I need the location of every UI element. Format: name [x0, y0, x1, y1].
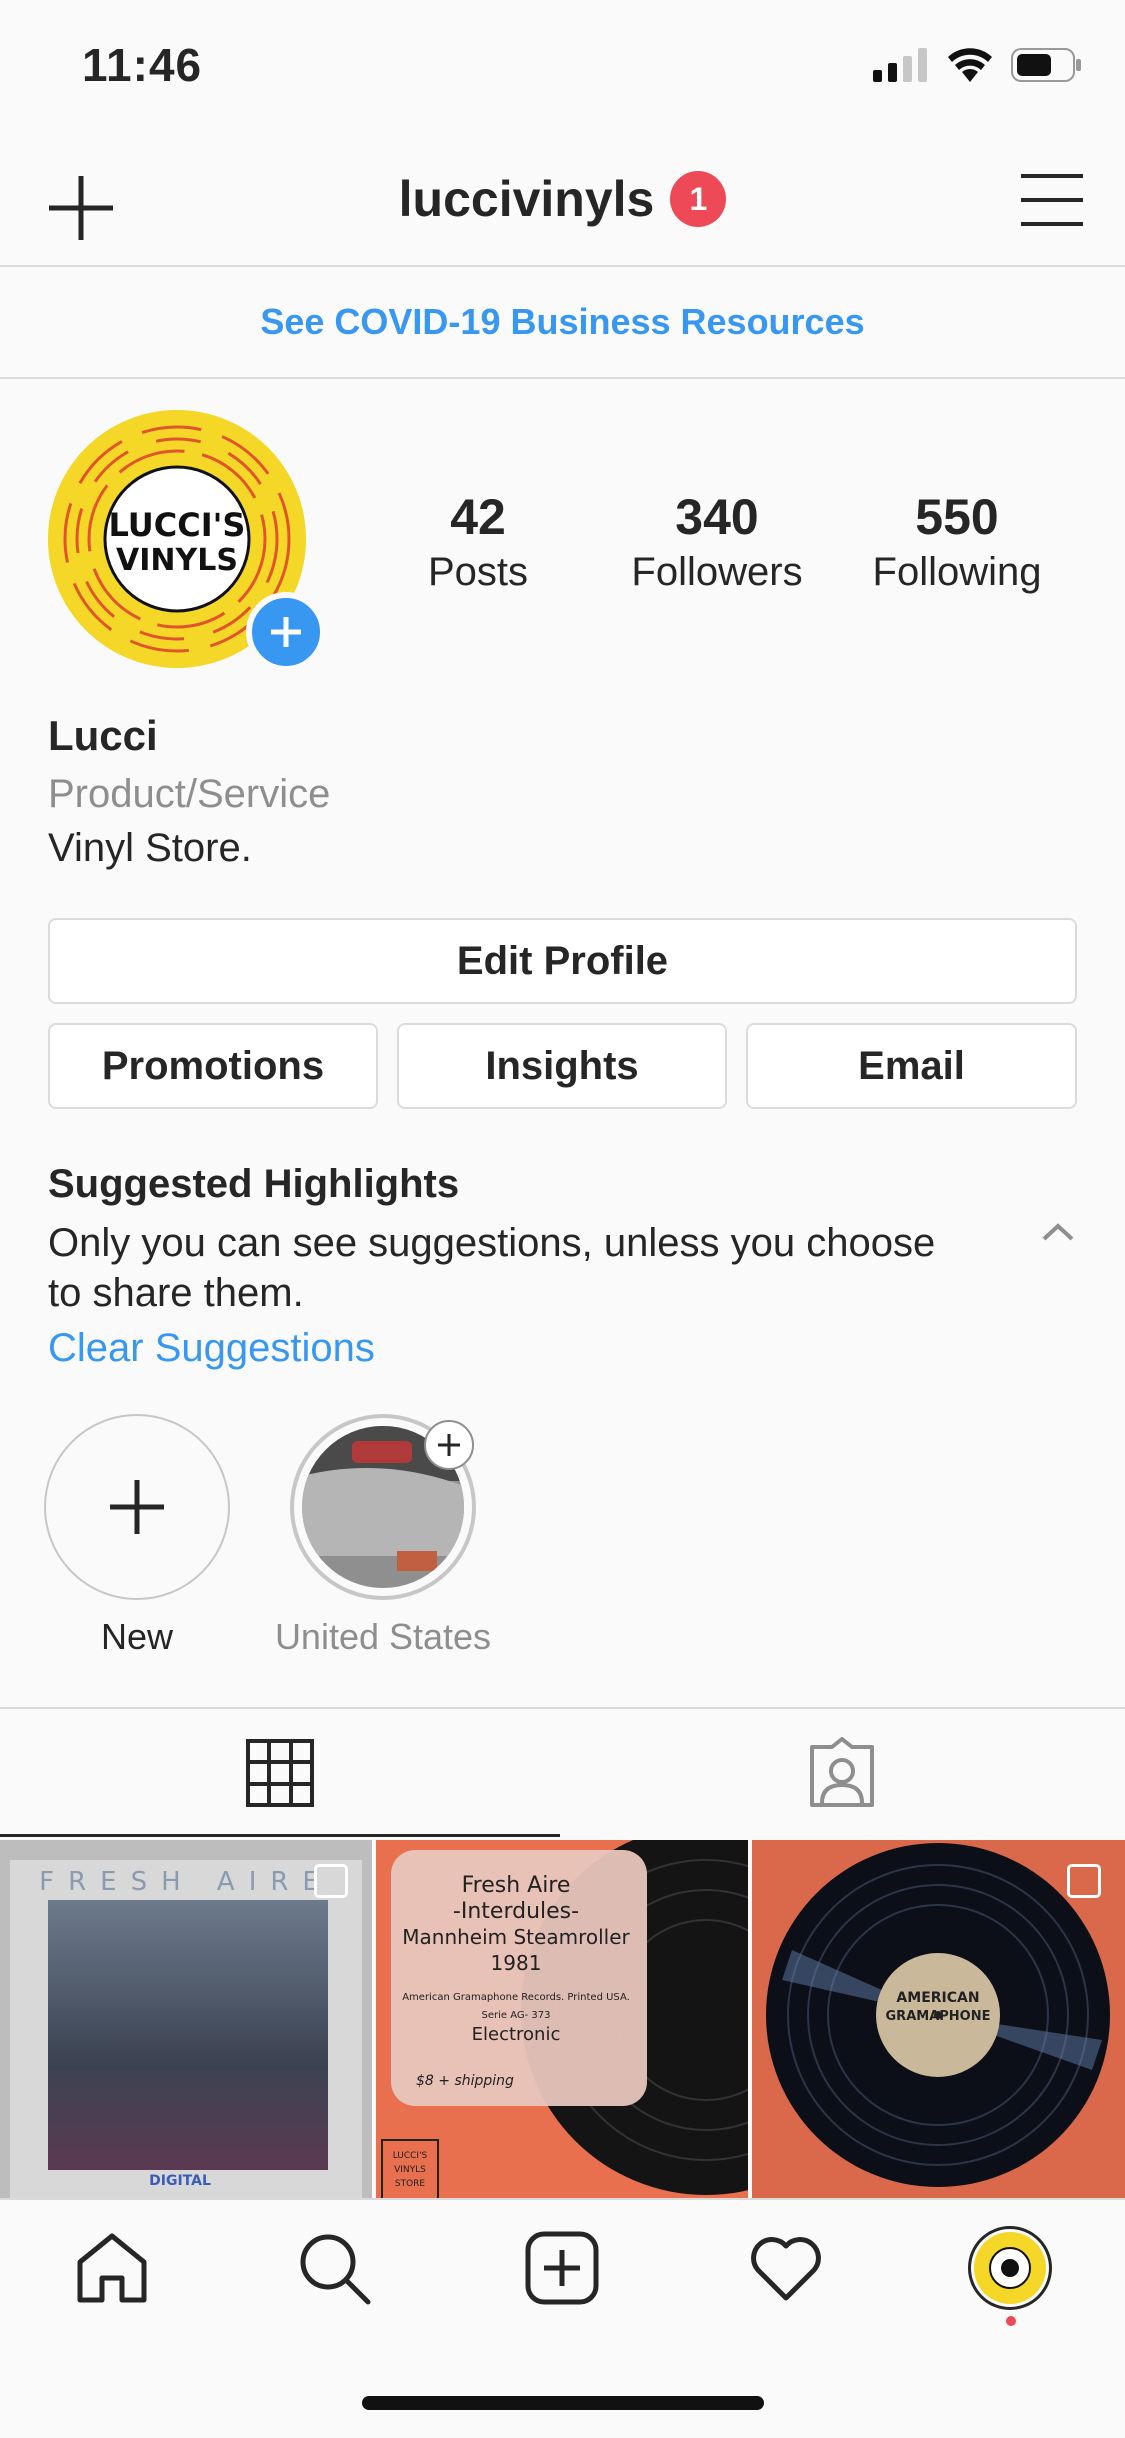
- promotions-button[interactable]: Promotions: [48, 1023, 378, 1109]
- grid-view-icon[interactable]: [246, 1739, 314, 1807]
- notification-dot: [1006, 2316, 1016, 2326]
- home-icon[interactable]: [74, 2230, 150, 2306]
- cellular-signal-icon: [873, 48, 927, 82]
- plus-icon: [271, 617, 301, 647]
- covid-resources-link[interactable]: See COVID-19 Business Resources: [0, 267, 1125, 379]
- suggested-highlights-description: Only you can see suggestions, unless you…: [48, 1221, 936, 1315]
- edit-profile-button[interactable]: Edit Profile: [48, 918, 1077, 1004]
- posts-label: Posts: [427, 550, 529, 594]
- home-indicator[interactable]: [362, 2396, 764, 2410]
- email-button[interactable]: Email: [746, 1023, 1077, 1109]
- tagged-photos-icon[interactable]: [806, 1737, 878, 1809]
- clear-suggestions-link[interactable]: Clear Suggestions: [48, 1326, 375, 1371]
- suggested-highlights-title: Suggested Highlights: [48, 1162, 460, 1206]
- plus-icon: [110, 1480, 164, 1534]
- following-stat[interactable]: 550 Following: [852, 488, 1062, 595]
- posts-stat[interactable]: 42 Posts: [408, 488, 548, 595]
- plus-icon: [438, 1434, 460, 1456]
- store-line-3: STORE: [395, 2179, 426, 2189]
- post-image-record-listing: Fresh Aire -Interdules- Mannheim Steamro…: [376, 1840, 748, 2200]
- new-highlight-button[interactable]: [44, 1414, 230, 1600]
- profile-tabs: [0, 1707, 1125, 1839]
- wifi-icon: [948, 48, 992, 82]
- followers-label: Followers: [631, 550, 803, 594]
- new-highlight-label: New: [100, 1616, 174, 1657]
- listing-line-5: American Gramaphone Records. Printed USA…: [402, 1992, 630, 2003]
- post-tile-2[interactable]: Fresh Aire -Interdules- Mannheim Steamro…: [376, 1840, 748, 2200]
- create-post-icon[interactable]: [524, 2230, 600, 2306]
- add-story-button[interactable]: [246, 592, 326, 672]
- followers-stat[interactable]: 340 Followers: [612, 488, 822, 595]
- top-nav: luccivinyls 1: [0, 140, 1125, 267]
- post-tile-1[interactable]: FRESH AIRE DIGITAL: [0, 1840, 372, 2200]
- status-time: 11:46: [82, 39, 203, 91]
- add-to-highlight-button[interactable]: [424, 1420, 474, 1470]
- avatar-text-2: VINYLS: [116, 543, 238, 578]
- profile-tab-avatar[interactable]: [968, 2226, 1052, 2310]
- store-line-1: LUCCI'S: [393, 2151, 428, 2161]
- battery-icon: [1011, 48, 1081, 82]
- listing-line-3: Mannheim Steamroller: [402, 1925, 630, 1949]
- listing-price: $8 + shipping: [416, 2073, 514, 2089]
- listing-line-7: Electronic: [472, 2024, 561, 2045]
- notification-badge: 1: [670, 171, 727, 227]
- profile-name: Lucci: [48, 712, 158, 759]
- post-tile-3[interactable]: AMERICAN GRAMAPHONE: [752, 1840, 1125, 2200]
- album-footer-text: DIGITAL: [149, 2173, 211, 2189]
- search-icon[interactable]: [296, 2230, 372, 2306]
- username-title: luccivinyls: [398, 171, 655, 227]
- listing-line-4: 1981: [491, 1951, 542, 1975]
- label-line-1: AMERICAN: [896, 1990, 979, 2006]
- store-line-2: VINYLS: [394, 2165, 426, 2175]
- status-icons: [873, 48, 1083, 82]
- following-count: 550: [915, 489, 999, 545]
- profile-bio: Vinyl Store.: [48, 826, 252, 870]
- insights-button[interactable]: Insights: [397, 1023, 727, 1109]
- menu-hamburger-icon[interactable]: [1019, 170, 1085, 230]
- multiple-photos-icon: [314, 1864, 348, 1898]
- united-states-highlight-label: United States: [274, 1616, 492, 1657]
- listing-line-1: Fresh Aire: [462, 1873, 571, 1898]
- profile-category: Product/Service: [48, 772, 331, 816]
- following-label: Following: [872, 550, 1042, 594]
- followers-count: 340: [675, 489, 759, 545]
- active-tab-indicator: [0, 1834, 560, 1837]
- activity-heart-icon[interactable]: [748, 2230, 824, 2306]
- posts-count: 42: [450, 489, 506, 545]
- chevron-up-icon[interactable]: [1041, 1222, 1075, 1242]
- account-switcher[interactable]: luccivinyls 1: [0, 170, 1125, 228]
- listing-line-2: -Interdules-: [453, 1899, 579, 1924]
- listing-line-6: Serie AG- 373: [481, 2010, 550, 2021]
- profile-avatar-icon: [974, 2232, 1046, 2304]
- avatar-text-1: LUCCI'S: [109, 506, 246, 544]
- album-title-text: FRESH AIRE: [39, 1867, 333, 1897]
- multiple-photos-icon: [1067, 1864, 1101, 1898]
